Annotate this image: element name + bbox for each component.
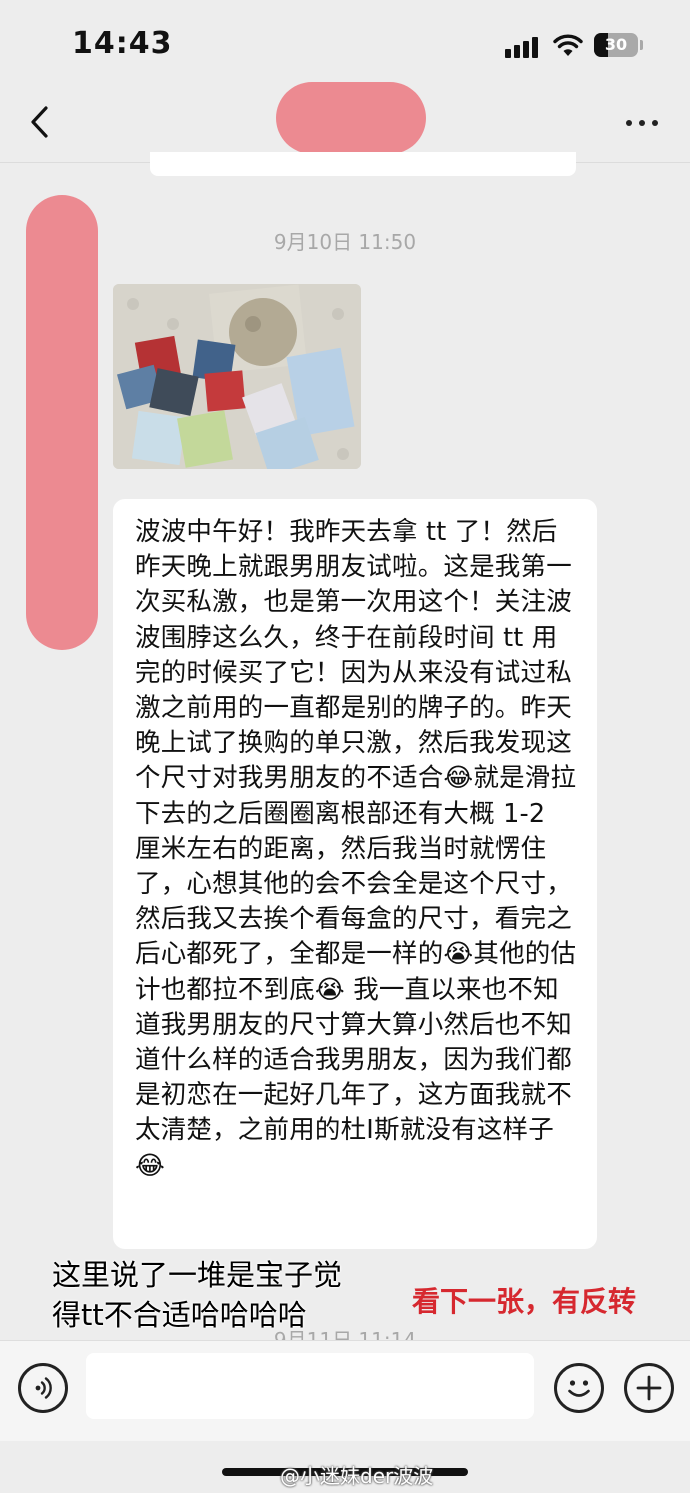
plus-icon (636, 1375, 662, 1401)
status-time: 14:43 (72, 26, 173, 61)
message-input[interactable] (86, 1353, 534, 1419)
product-photo (113, 284, 361, 469)
overlay-caption: 这里说了一堆是宝子觉 得tt不合适哈哈哈哈 (52, 1255, 342, 1335)
status-bar: 14:43 30 (0, 0, 690, 90)
overlay-red-caption: 看下一张，有反转 (412, 1285, 637, 1318)
watermark: @小迷妹der波波 (280, 1464, 434, 1488)
battery-icon: 30 (594, 33, 638, 57)
more-dots-icon[interactable] (620, 112, 664, 132)
image-message[interactable] (113, 284, 361, 469)
contact-name-redacted (276, 82, 426, 154)
voice-input-button[interactable] (18, 1363, 68, 1413)
voice-icon (35, 1377, 52, 1399)
message-timestamp: 9月10日 11:50 (273, 230, 417, 254)
smiley-icon (568, 1380, 590, 1397)
chevron-left-icon[interactable] (22, 100, 62, 144)
wifi-icon (553, 34, 583, 56)
battery-level: 30 (604, 35, 628, 54)
message-text: 波波中午好！我昨天去拿 tt 了！然后昨天晚上就跟男朋友试啦。这是我第一次买私激… (135, 517, 577, 1181)
battery-tip (640, 40, 643, 50)
text-message-bubble[interactable]: 波波中午好！我昨天去拿 tt 了！然后昨天晚上就跟男朋友试啦。这是我第一次买私激… (113, 499, 597, 1249)
more-actions-button[interactable] (624, 1363, 674, 1413)
overlay-caption-line-1: 这里说了一堆是宝子觉 (52, 1258, 343, 1292)
previous-message-bubble (150, 152, 576, 176)
overlay-caption-line-2: 得tt不合适哈哈哈哈 (52, 1298, 307, 1332)
emoji-button[interactable] (554, 1363, 604, 1413)
cellular-signal-icon (505, 36, 543, 58)
input-bar (0, 1340, 690, 1441)
avatar-redacted (26, 195, 98, 650)
